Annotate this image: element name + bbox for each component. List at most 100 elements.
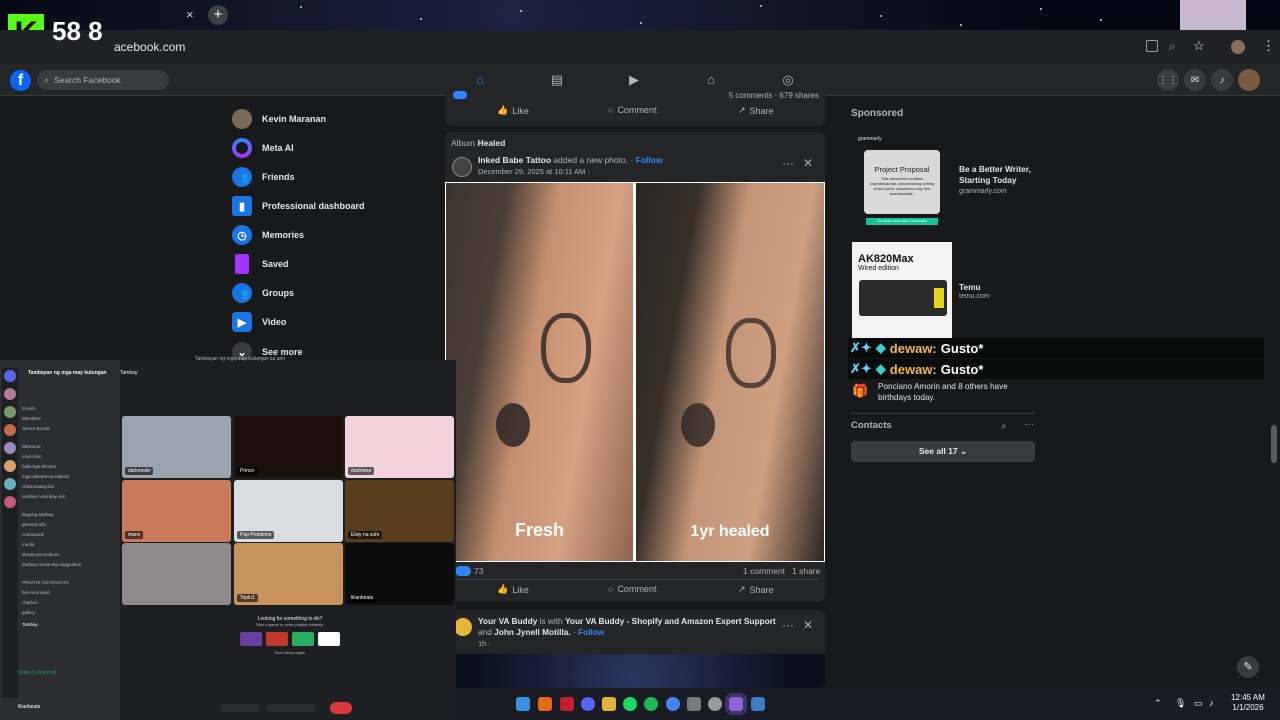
file-explorer-icon[interactable] <box>602 697 616 711</box>
app-icon[interactable] <box>751 697 765 711</box>
address-bar[interactable]: acebook.com <box>114 36 1134 58</box>
account-avatar[interactable] <box>1238 69 1260 91</box>
channel-item[interactable]: media <box>22 542 34 547</box>
birthdays-text[interactable]: Ponciano Amorin and 8 others have birthd… <box>878 381 1028 403</box>
close-icon[interactable]: ✕ <box>803 618 813 632</box>
author-name[interactable]: Your VA Buddy <box>478 616 537 626</box>
activity-icon[interactable] <box>266 632 288 646</box>
channel-item[interactable]: gallery <box>22 610 35 615</box>
ad-title[interactable]: Be a Better Writer, Starting Today <box>959 164 1041 186</box>
follow-link[interactable]: Follow <box>636 155 663 165</box>
app-icon[interactable] <box>560 697 574 711</box>
author-avatar[interactable] <box>452 157 472 177</box>
server-icon[interactable] <box>4 496 16 508</box>
app-icon[interactable] <box>581 697 595 711</box>
channel-item[interactable]: stream-promotions <box>22 552 60 557</box>
voice-channel[interactable]: Tambay <box>22 622 38 627</box>
profile-avatar-icon[interactable] <box>1231 40 1245 54</box>
server-icon[interactable] <box>4 370 16 382</box>
display-icon[interactable]: ▭ <box>1194 698 1203 709</box>
video-tile[interactable]: mace <box>122 480 231 542</box>
see-all-contacts-button[interactable]: See all 17 ⌄ <box>851 441 1035 462</box>
clock[interactable]: 12:45 AM 1/1/2026 <box>1226 693 1270 713</box>
comment-button[interactable]: ○ Comment <box>608 105 656 115</box>
channel-item[interactable]: Welcome <box>22 444 41 449</box>
channel-item[interactable]: commands <box>22 532 44 537</box>
server-icon[interactable] <box>4 388 16 400</box>
call-controls[interactable] <box>266 704 316 712</box>
tab-close-icon[interactable]: × <box>186 7 194 22</box>
sidebar-item-friends[interactable]: 👥 Friends <box>232 164 295 190</box>
tagged-page[interactable]: Your VA Buddy - Shopify and Amazon Exper… <box>565 616 776 626</box>
scrollbar[interactable] <box>1271 425 1277 463</box>
new-tab-button[interactable]: + <box>208 5 228 25</box>
channel-item[interactable]: chatbox <box>22 600 38 605</box>
chrome-icon[interactable] <box>666 697 680 711</box>
gaming-icon[interactable]: ◎ <box>780 72 796 88</box>
close-icon[interactable]: ✕ <box>803 156 813 170</box>
ad-grammarly-image[interactable]: grammarly Project Proposal This document… <box>852 132 950 230</box>
video-tile[interactable]: Elsiy na sufe <box>345 480 454 542</box>
like-button[interactable]: 👍 Like <box>497 584 529 595</box>
watch-icon[interactable]: ▶ <box>626 72 642 88</box>
reactions-count[interactable]: 73 <box>474 566 483 576</box>
sidebar-item-groups[interactable]: 👥 Groups <box>232 280 294 306</box>
youtube-icon[interactable] <box>318 632 340 646</box>
tagged-person[interactable]: John Jynell Motilla. <box>494 627 571 637</box>
install-app-icon[interactable] <box>1146 40 1158 52</box>
post-photo[interactable]: Fresh 1yr healed <box>445 182 825 562</box>
sidebar-item-video[interactable]: ▶ Video <box>232 309 286 335</box>
channel-category[interactable]: PRIVATE CHATCHATS <box>22 580 69 585</box>
marketplace-icon[interactable]: ⌂ <box>703 72 719 88</box>
new-message-icon[interactable]: ✎ <box>1237 656 1259 678</box>
video-tile[interactable]: dunkwea <box>345 416 454 478</box>
video-tile[interactable]: lilianbeats <box>345 543 454 605</box>
like-button[interactable]: 👍 Like <box>497 105 529 116</box>
browser-menu-icon[interactable]: ⋮ <box>1262 38 1275 54</box>
activity-icon[interactable] <box>292 632 314 646</box>
channel-item[interactable]: Events <box>22 406 36 411</box>
video-tile[interactable] <box>122 543 231 605</box>
channel-item[interactable]: mga-deleted-na-talamis <box>22 474 69 479</box>
ad-temu-image[interactable]: AK820Max Wired edition <box>852 242 952 338</box>
post-timestamp[interactable]: 1h · <box>478 639 491 648</box>
activity-icon[interactable] <box>240 632 262 646</box>
channel-item[interactable]: bot-command <box>22 590 50 595</box>
album-name[interactable]: Healed <box>477 138 505 148</box>
video-tile[interactable]: darkmode <box>122 416 231 478</box>
dont-show-checkbox[interactable]: Don't show again <box>236 650 344 655</box>
channel-item[interactable]: hello-bye-bitches <box>22 464 56 469</box>
comment-button[interactable]: ○ Comment <box>608 584 656 594</box>
home-icon[interactable]: ⌂ <box>472 72 488 88</box>
app-icon[interactable] <box>687 697 701 711</box>
shares-count[interactable]: 1 share <box>792 566 820 576</box>
reactions-icon[interactable] <box>455 566 471 576</box>
video-tile[interactable]: Pop Problems <box>234 480 343 542</box>
messenger-icon[interactable]: ✉ <box>1184 69 1206 91</box>
server-icon[interactable] <box>4 424 16 436</box>
ad-title[interactable]: Temu <box>959 282 981 292</box>
sidebar-item-saved[interactable]: Saved <box>232 251 289 277</box>
app-icon[interactable] <box>644 697 658 711</box>
zoom-icon[interactable]: ⌕ <box>1169 39 1176 54</box>
channel-item[interactable]: mod-chat <box>22 454 41 459</box>
post-image[interactable] <box>445 654 825 688</box>
server-icon[interactable] <box>4 460 16 472</box>
app-icon[interactable] <box>538 697 552 711</box>
bookmark-star-icon[interactable]: ☆ <box>1193 38 1205 54</box>
author-avatar[interactable] <box>454 618 472 636</box>
post-options-icon[interactable]: ··· <box>782 156 794 170</box>
volume-icon[interactable]: ♪ <box>1209 698 1214 708</box>
channel-item[interactable]: Server Boosts <box>22 426 50 431</box>
call-controls[interactable] <box>220 704 260 712</box>
settings-icon[interactable] <box>708 697 722 711</box>
channel-item[interactable]: tambay-movie-trip-suggestion <box>22 562 81 567</box>
author-name[interactable]: Inked Babe Tattoo <box>478 155 551 165</box>
menu-grid-icon[interactable]: ⋮⋮ <box>1157 69 1179 91</box>
share-button[interactable]: ↗ Share <box>738 584 774 595</box>
server-icon[interactable] <box>4 478 16 490</box>
sidebar-item-memories[interactable]: ◷ Memories <box>232 222 304 248</box>
notifications-icon[interactable]: ♪ <box>1211 69 1233 91</box>
hang-up-button[interactable] <box>330 702 352 714</box>
channel-item[interactable]: tambay-n-tambay-out <box>22 494 65 499</box>
